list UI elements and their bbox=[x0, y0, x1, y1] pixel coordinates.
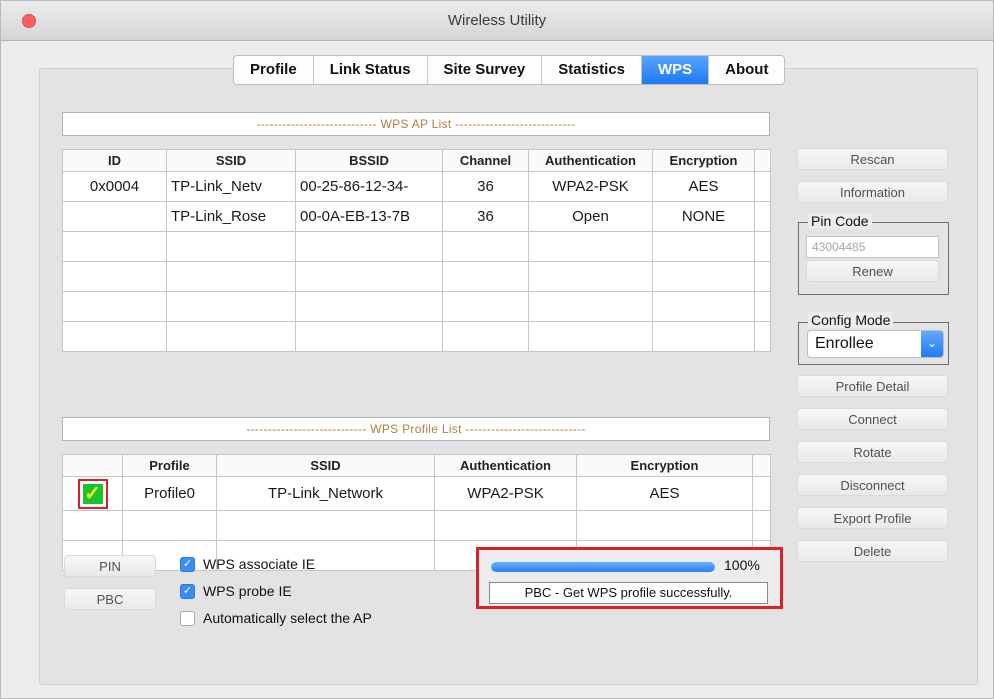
main-content: ---------------------------- WPS AP List… bbox=[1, 42, 993, 698]
selected-checkmark-icon[interactable]: ✓ bbox=[77, 478, 108, 509]
config-mode-legend: Config Mode bbox=[808, 312, 894, 328]
profile-detail-button[interactable]: Profile Detail bbox=[797, 375, 948, 397]
ap-col-id[interactable]: ID bbox=[62, 149, 167, 172]
wps-progress-fill bbox=[491, 562, 715, 572]
config-mode-select[interactable]: Enrollee ⌄ bbox=[807, 330, 944, 358]
wps-probe-ie-label: WPS probe IE bbox=[203, 583, 292, 599]
tab-link-status[interactable]: Link Status bbox=[314, 56, 428, 84]
tab-profile[interactable]: Profile bbox=[234, 56, 314, 84]
ap-bssid-cell: 00-25-86-12-34- bbox=[295, 171, 443, 202]
config-mode-value: Enrollee bbox=[815, 335, 874, 352]
renew-button[interactable]: Renew bbox=[806, 260, 939, 282]
ap-col-authentication[interactable]: Authentication bbox=[528, 149, 653, 172]
ap-ssid-cell: TP-Link_Rose bbox=[166, 201, 296, 232]
ap-bssid-cell: 00-0A-EB-13-7B bbox=[295, 201, 443, 232]
tab-statistics[interactable]: Statistics bbox=[542, 56, 642, 84]
ap-channel-cell: 36 bbox=[442, 171, 529, 202]
pin-code-group: Pin Code 43004485 Renew bbox=[798, 213, 949, 295]
wps-status-message: PBC - Get WPS profile successfully. bbox=[489, 582, 768, 604]
profile-enc-cell: AES bbox=[576, 476, 753, 511]
ap-id-cell bbox=[62, 201, 167, 232]
wps-panel: ---------------------------- WPS AP List… bbox=[39, 55, 978, 685]
table-row[interactable]: TP-Link_Rose 00-0A-EB-13-7B 36 Open NONE bbox=[62, 201, 771, 232]
wps-ap-list-table: ID SSID BSSID Channel Authentication Enc… bbox=[62, 149, 771, 352]
wps-ap-list-title: ---------------------------- WPS AP List… bbox=[62, 112, 770, 136]
config-mode-group: Config Mode Enrollee ⌄ bbox=[798, 312, 949, 365]
pin-button[interactable]: PIN bbox=[64, 555, 156, 577]
main-tabs: Profile Link Status Site Survey Statistics W… bbox=[233, 55, 786, 85]
profile-col-authentication[interactable]: Authentication bbox=[434, 454, 577, 477]
wps-status-box: 100% PBC - Get WPS profile successfully. bbox=[476, 547, 783, 609]
rotate-button[interactable]: Rotate bbox=[797, 441, 948, 463]
tab-about[interactable]: About bbox=[709, 56, 784, 84]
disconnect-button[interactable]: Disconnect bbox=[797, 474, 948, 496]
wireless-utility-window: Wireless Utility -----------------------… bbox=[0, 0, 994, 699]
pin-code-field[interactable]: 43004485 bbox=[806, 236, 939, 258]
empty-row bbox=[62, 510, 771, 541]
title-bar: Wireless Utility bbox=[1, 1, 993, 41]
auto-select-ap-label: Automatically select the AP bbox=[203, 610, 372, 626]
profile-col-profile[interactable]: Profile bbox=[122, 454, 217, 477]
profile-col-encryption[interactable]: Encryption bbox=[576, 454, 753, 477]
chevron-down-icon[interactable]: ⌄ bbox=[921, 331, 943, 357]
ap-col-spacer bbox=[754, 149, 771, 172]
profile-check-cell[interactable]: ✓ bbox=[62, 476, 123, 511]
wps-profile-list-title: ---------------------------- WPS Profile… bbox=[62, 417, 770, 441]
ap-auth-cell: WPA2-PSK bbox=[528, 171, 653, 202]
auto-select-ap-option[interactable]: Automatically select the AP bbox=[180, 609, 372, 627]
wps-probe-ie-option[interactable]: ✓ WPS probe IE bbox=[180, 582, 292, 600]
ap-col-ssid[interactable]: SSID bbox=[166, 149, 296, 172]
wps-probe-ie-checkbox[interactable]: ✓ bbox=[180, 583, 195, 599]
wps-progress-bar bbox=[491, 562, 715, 572]
rescan-button[interactable]: Rescan bbox=[797, 148, 948, 170]
connect-button[interactable]: Connect bbox=[797, 408, 948, 430]
profile-auth-cell: WPA2-PSK bbox=[434, 476, 577, 511]
empty-row bbox=[62, 321, 771, 352]
window-title: Wireless Utility bbox=[447, 12, 547, 29]
wps-associate-ie-checkbox[interactable]: ✓ bbox=[180, 556, 195, 572]
table-row[interactable]: 0x0004 TP-Link_Netv 00-25-86-12-34- 36 W… bbox=[62, 171, 771, 202]
profile-col-ssid[interactable]: SSID bbox=[216, 454, 435, 477]
wps-associate-ie-option[interactable]: ✓ WPS associate IE bbox=[180, 555, 315, 573]
ap-ssid-cell: TP-Link_Netv bbox=[166, 171, 296, 202]
empty-row bbox=[62, 261, 771, 292]
wps-associate-ie-label: WPS associate IE bbox=[203, 556, 316, 572]
ap-auth-cell: Open bbox=[528, 201, 653, 232]
profile-list-header-row: Profile SSID Authentication Encryption bbox=[62, 454, 771, 477]
ap-list-header-row: ID SSID BSSID Channel Authentication Enc… bbox=[62, 149, 771, 172]
ap-col-encryption[interactable]: Encryption bbox=[652, 149, 755, 172]
empty-row bbox=[62, 231, 771, 262]
export-profile-button[interactable]: Export Profile bbox=[797, 507, 948, 529]
ap-col-bssid[interactable]: BSSID bbox=[295, 149, 443, 172]
ap-channel-cell: 36 bbox=[442, 201, 529, 232]
ap-enc-cell: NONE bbox=[652, 201, 755, 232]
tab-wps[interactable]: WPS bbox=[641, 56, 710, 84]
tab-site-survey[interactable]: Site Survey bbox=[428, 56, 543, 84]
profile-ssid-cell: TP-Link_Network bbox=[216, 476, 435, 511]
profile-name-cell: Profile0 bbox=[122, 476, 217, 511]
delete-button[interactable]: Delete bbox=[797, 540, 948, 562]
ap-id-cell: 0x0004 bbox=[62, 171, 167, 202]
table-row[interactable]: ✓ Profile0 TP-Link_Network WPA2-PSK AES bbox=[62, 476, 771, 511]
wps-progress-percent: 100% bbox=[724, 557, 760, 573]
profile-col-check bbox=[62, 454, 123, 477]
pin-code-legend: Pin Code bbox=[808, 213, 872, 229]
empty-row bbox=[62, 291, 771, 322]
pbc-button[interactable]: PBC bbox=[64, 588, 156, 610]
ap-enc-cell: AES bbox=[652, 171, 755, 202]
information-button[interactable]: Information bbox=[797, 181, 948, 203]
auto-select-ap-checkbox[interactable] bbox=[180, 610, 195, 626]
ap-col-channel[interactable]: Channel bbox=[442, 149, 529, 172]
